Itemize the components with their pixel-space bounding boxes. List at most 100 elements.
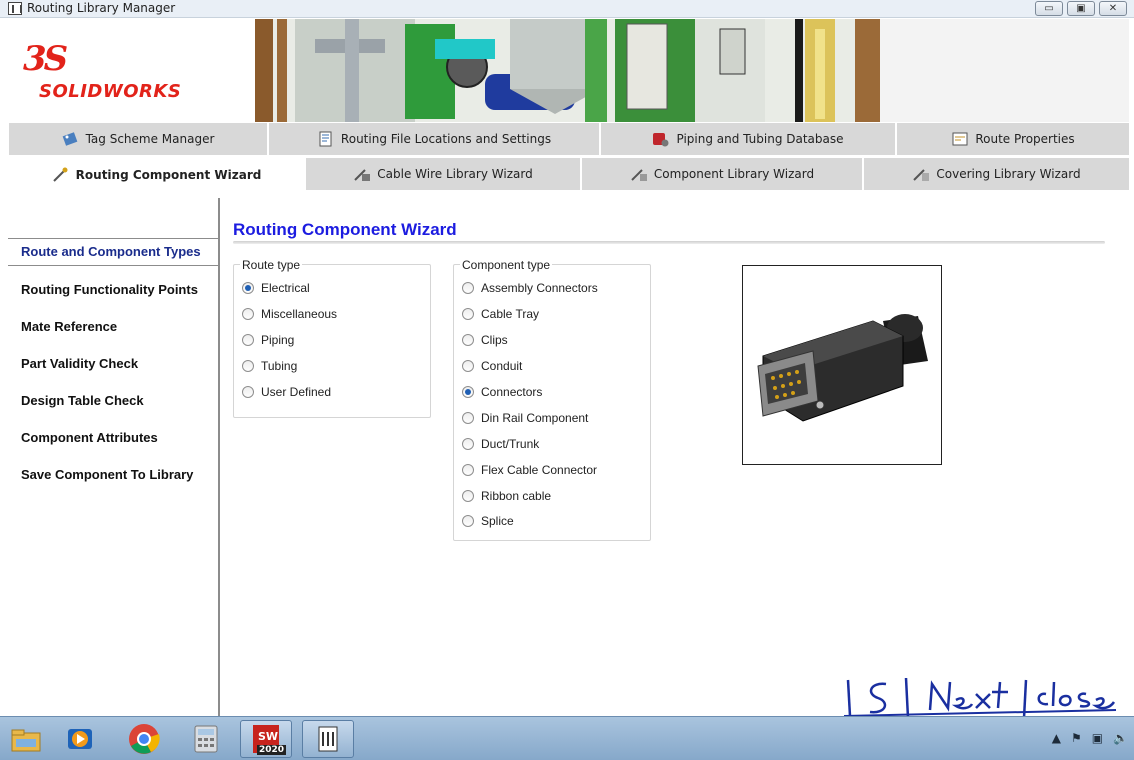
route-type-group: Route type Electrical Miscellaneous Pipi… (233, 258, 431, 418)
tab-route-properties[interactable]: Route Properties (896, 122, 1130, 156)
covering-wizard-icon (912, 166, 930, 182)
radio-user-defined[interactable]: User Defined (242, 385, 331, 399)
minimize-button[interactable]: ▭ (1035, 1, 1063, 16)
radio-button[interactable] (242, 360, 254, 372)
database-icon (652, 131, 670, 147)
radio-button[interactable] (462, 360, 474, 372)
tab-component-library-wizard[interactable]: Component Library Wizard (581, 157, 863, 191)
radio-label: Assembly Connectors (481, 281, 598, 295)
close-button[interactable]: ✕ (1099, 1, 1127, 16)
action-center-icon[interactable]: ⚑ (1071, 731, 1082, 745)
component-wizard-icon (52, 167, 70, 183)
route-type-label: Route type (240, 258, 303, 272)
radio-button[interactable] (462, 515, 474, 527)
tab-label: Routing Component Wizard (75, 168, 262, 182)
tray-expand-icon[interactable]: ▲ (1052, 731, 1061, 745)
radio-label: Cable Tray (481, 307, 540, 321)
radio-connectors[interactable]: Connectors (462, 385, 542, 399)
brand-name: SOLIDWORKS (39, 81, 182, 102)
radio-label: Piping (261, 333, 295, 347)
system-tray: ▲ ⚑ ▣ 🔈 (1052, 731, 1128, 745)
radio-miscellaneous[interactable]: Miscellaneous (242, 307, 337, 321)
svg-text:SW: SW (258, 730, 278, 743)
radio-label: Splice (481, 514, 514, 528)
radio-label: Din Rail Component (481, 411, 589, 425)
nav-item-mate-reference[interactable]: Mate Reference (21, 319, 117, 334)
maximize-button[interactable]: ▣ (1067, 1, 1095, 16)
radio-button[interactable] (462, 412, 474, 424)
tag-scheme-icon (62, 131, 80, 147)
tab-routing-file-locations[interactable]: Routing File Locations and Settings (268, 122, 600, 156)
radio-ribbon-cable[interactable]: Ribbon cable (462, 489, 551, 503)
radio-button[interactable] (242, 334, 254, 346)
tab-label: Tag Scheme Manager (85, 132, 215, 146)
radio-din-rail-component[interactable]: Din Rail Component (462, 411, 588, 425)
radio-assembly-connectors[interactable]: Assembly Connectors (462, 281, 598, 295)
radio-button[interactable] (242, 308, 254, 320)
radio-button[interactable] (462, 386, 474, 398)
radio-button[interactable] (462, 282, 474, 294)
nav-item-design-table-check[interactable]: Design Table Check (21, 393, 144, 408)
solidworks-icon[interactable]: SW 2020 (240, 720, 292, 758)
radio-label: Duct/Trunk (481, 437, 540, 451)
title-divider (233, 241, 1105, 244)
tab-routing-component-wizard[interactable]: Routing Component Wizard (8, 157, 305, 193)
window-title: Routing Library Manager (27, 1, 176, 15)
radio-button[interactable] (242, 386, 254, 398)
tabs-row-1: Tag Scheme Manager Routing File Location… (8, 122, 1130, 156)
media-player-icon[interactable] (54, 720, 106, 758)
banner: 3S SOLIDWORKS (5, 19, 1129, 122)
file-locations-icon (317, 131, 335, 147)
radio-button[interactable] (462, 464, 474, 476)
radio-clips[interactable]: Clips (462, 333, 508, 347)
solidworks-logo: 3S SOLIDWORKS (23, 41, 193, 111)
tab-piping-tubing-database[interactable]: Piping and Tubing Database (600, 122, 896, 156)
nav-item-part-validity-check[interactable]: Part Validity Check (21, 356, 138, 371)
nav-item-component-attributes[interactable]: Component Attributes (21, 430, 158, 445)
volume-icon[interactable]: 🔈 (1113, 731, 1128, 745)
radio-button[interactable] (462, 490, 474, 502)
radio-button[interactable] (462, 334, 474, 346)
nav-item-save-component-to-library[interactable]: Save Component To Library (21, 467, 193, 482)
tab-label: Route Properties (975, 132, 1075, 146)
network-icon[interactable]: ▣ (1092, 731, 1103, 745)
cable-wizard-icon (353, 166, 371, 182)
routing-library-icon[interactable] (302, 720, 354, 758)
ds-logo-mark: 3S (23, 39, 68, 79)
radio-piping[interactable]: Piping (242, 333, 294, 347)
radio-splice[interactable]: Splice (462, 514, 514, 528)
radio-label: Ribbon cable (481, 489, 552, 503)
component-type-label: Component type (460, 258, 553, 272)
tabs-row-2: Routing Component Wizard Cable Wire Libr… (8, 157, 1130, 193)
tab-covering-library-wizard[interactable]: Covering Library Wizard (863, 157, 1130, 191)
radio-label: Tubing (261, 359, 298, 373)
radio-button[interactable] (462, 308, 474, 320)
radio-button[interactable] (462, 438, 474, 450)
tab-label: Cable Wire Library Wizard (377, 167, 533, 181)
handwritten-annotation (840, 674, 1120, 722)
taskbar: SW 2020 ▲ ⚑ ▣ 🔈 (0, 716, 1134, 760)
radio-button[interactable] (242, 282, 254, 294)
connector-icon (757, 314, 928, 422)
app-icon (8, 2, 22, 15)
radio-flex-cable-connector[interactable]: Flex Cable Connector (462, 463, 597, 477)
radio-label: Flex Cable Connector (481, 463, 598, 477)
tab-label: Routing File Locations and Settings (340, 132, 552, 146)
radio-duct-trunk[interactable]: Duct/Trunk (462, 437, 539, 451)
nav-item-route-and-component-types[interactable]: Route and Component Types (21, 244, 201, 259)
connector-preview-image (742, 265, 942, 465)
tab-cable-wire-library-wizard[interactable]: Cable Wire Library Wizard (305, 157, 581, 191)
radio-tubing[interactable]: Tubing (242, 359, 297, 373)
tab-label: Covering Library Wizard (936, 167, 1081, 181)
page-title: Routing Component Wizard (233, 220, 457, 239)
radio-electrical[interactable]: Electrical (242, 281, 310, 295)
radio-cable-tray[interactable]: Cable Tray (462, 307, 539, 321)
chrome-icon[interactable] (118, 720, 170, 758)
radio-conduit[interactable]: Conduit (462, 359, 522, 373)
file-explorer-icon[interactable] (0, 720, 52, 758)
nav-item-routing-functionality-points[interactable]: Routing Functionality Points (21, 282, 198, 297)
tab-tag-scheme-manager[interactable]: Tag Scheme Manager (8, 122, 268, 156)
calculator-icon[interactable] (180, 720, 232, 758)
banner-illustration (255, 19, 1129, 122)
annotation-ink (843, 677, 1117, 719)
